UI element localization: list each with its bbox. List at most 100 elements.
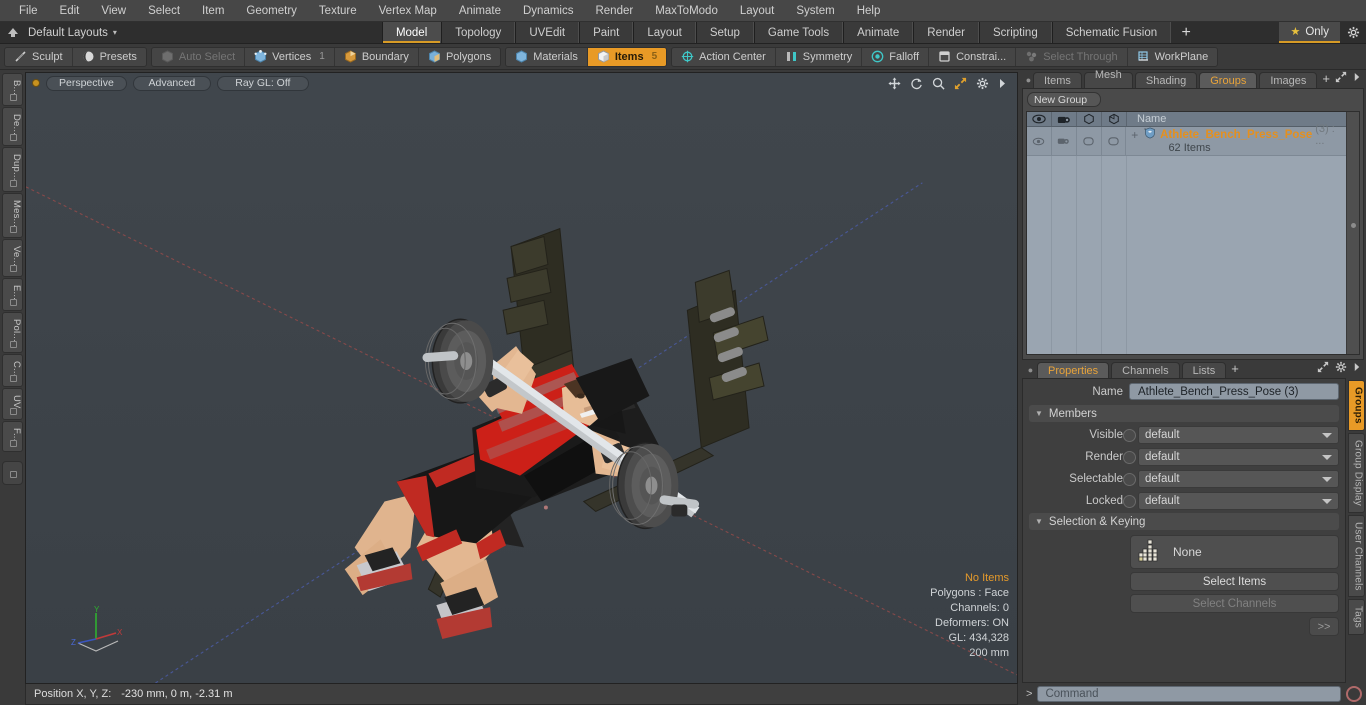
materials-button[interactable]: Materials (506, 47, 588, 66)
render-camera-icon[interactable] (1052, 112, 1077, 126)
row-selectable-toggle[interactable] (1077, 127, 1102, 155)
panel-tab-lists[interactable]: Lists (1181, 362, 1227, 378)
add-panel-tab-button[interactable]: + (1319, 71, 1335, 88)
row-eye-toggle[interactable] (1027, 127, 1052, 155)
right-rail-tab-tags[interactable]: Tags (1347, 599, 1365, 636)
panel-menu-icon[interactable]: ● (1024, 75, 1033, 88)
auto-select-button[interactable]: Auto Select (152, 47, 246, 66)
select-through-button[interactable]: Select Through (1016, 47, 1128, 66)
layout-tab-game-tools[interactable]: Game Tools (753, 22, 844, 43)
command-input[interactable]: Command (1037, 686, 1341, 702)
sculpt-button[interactable]: Sculpt (5, 47, 73, 66)
selectable-state-dot[interactable] (1123, 472, 1136, 486)
name-field[interactable]: Athlete_Bench_Press_Pose (3) (1129, 383, 1339, 400)
layout-tab-model[interactable]: Model (381, 22, 442, 43)
menu-item-maxtomodo[interactable]: MaxToModo (644, 0, 729, 22)
panel-tab-shading[interactable]: Shading (1134, 72, 1198, 88)
left-rail-tab-basic[interactable]: B... (2, 73, 23, 107)
viewport-perspective-dropdown[interactable]: Perspective (46, 75, 127, 91)
left-rail-tab-polygon[interactable]: Pol... (2, 311, 23, 353)
left-rail-extra-box[interactable] (2, 461, 23, 486)
properties-panel-menu-icon[interactable]: ● (1024, 365, 1037, 378)
panel-tab-properties[interactable]: Properties (1037, 362, 1110, 378)
layout-tab-uvedit[interactable]: UVEdit (515, 22, 580, 43)
row-render-toggle[interactable] (1052, 127, 1077, 155)
panel-tab-images[interactable]: Images (1259, 72, 1318, 88)
selectable-cube-icon[interactable] (1077, 112, 1102, 126)
gear-icon[interactable] (1340, 22, 1366, 43)
3d-viewport[interactable]: Perspective Advanced Ray GL: Off No Item… (25, 72, 1018, 684)
locked-dropdown[interactable]: default (1138, 492, 1339, 510)
right-rail-tab-user-channels[interactable]: User Channels (1347, 514, 1365, 598)
left-rail-tab-mesh[interactable]: Mes... (2, 192, 23, 238)
rotate-icon[interactable] (910, 77, 923, 90)
render-dropdown[interactable]: default (1138, 448, 1339, 466)
home-icon[interactable] (0, 22, 26, 43)
menu-item-item[interactable]: Item (191, 0, 235, 22)
menu-item-layout[interactable]: Layout (729, 0, 786, 22)
zoom-icon[interactable] (932, 77, 945, 90)
menu-item-view[interactable]: View (90, 0, 137, 22)
locked-cube-icon[interactable] (1102, 112, 1127, 126)
presets-button[interactable]: Presets (73, 48, 146, 66)
add-layout-tab-button[interactable]: + (1171, 22, 1201, 43)
row-locked-toggle[interactable] (1102, 127, 1127, 155)
gear-icon[interactable] (1335, 361, 1347, 376)
selection-set-picker[interactable]: None (1130, 535, 1339, 569)
chevron-right-icon[interactable] (1353, 362, 1361, 375)
layout-tab-scripting[interactable]: Scripting (978, 22, 1052, 43)
menu-item-file[interactable]: File (8, 0, 49, 22)
groups-list[interactable]: Name + Athlete_Bench_Press_Pose (3): ..… (1026, 111, 1360, 355)
panel-tab-mesh[interactable]: Mesh ... (1083, 69, 1133, 93)
menu-item-select[interactable]: Select (137, 0, 191, 22)
panel-tab-channels[interactable]: Channels (1111, 362, 1180, 378)
left-rail-tab-vertex[interactable]: Ve... (2, 238, 23, 277)
left-rail-tab-fusion[interactable]: F... (2, 420, 23, 453)
layout-tab-schematic-fusion[interactable]: Schematic Fusion (1051, 22, 1172, 43)
polygons-button[interactable]: Polygons (419, 48, 500, 66)
render-state-dot[interactable] (1123, 450, 1136, 464)
layout-tab-topology[interactable]: Topology (441, 22, 516, 43)
move-icon[interactable] (888, 76, 901, 90)
panel-tab-groups[interactable]: Groups (1199, 72, 1258, 88)
left-rail-tab-duplicate[interactable]: Dup... (2, 147, 23, 192)
eye-icon[interactable] (1027, 112, 1052, 126)
expand-icon[interactable] (1317, 361, 1329, 376)
boundary-button[interactable]: Boundary (335, 47, 419, 66)
expand-more-button[interactable]: >> (1309, 617, 1339, 636)
section-header-selection-keying[interactable]: ▼ Selection & Keying (1029, 513, 1339, 530)
items-button[interactable]: Items 5 (587, 47, 667, 66)
menu-item-dynamics[interactable]: Dynamics (512, 0, 584, 22)
left-rail-tab-curve[interactable]: C... (2, 353, 23, 388)
left-rail-tab-uv[interactable]: UV (2, 388, 23, 420)
gear-icon[interactable] (976, 77, 989, 90)
chevron-right-icon[interactable] (998, 78, 1007, 89)
layout-tab-render[interactable]: Render (913, 22, 979, 43)
menu-item-edit[interactable]: Edit (49, 0, 91, 22)
menu-item-vertex-map[interactable]: Vertex Map (368, 0, 448, 22)
only-toggle-button[interactable]: ★ Only (1279, 22, 1340, 43)
new-group-button[interactable]: New Group (1027, 92, 1101, 107)
symmetry-button[interactable]: Symmetry (776, 47, 863, 66)
add-properties-tab-button[interactable]: + (1228, 361, 1244, 378)
menu-item-help[interactable]: Help (846, 0, 892, 22)
panel-tab-items[interactable]: Items (1032, 72, 1082, 88)
viewport-indicator-dot[interactable] (32, 79, 40, 87)
record-circle-icon[interactable] (1346, 686, 1362, 702)
table-row[interactable]: + Athlete_Bench_Press_Pose (3) : ... 62 … (1027, 123, 1346, 156)
expand-icon[interactable] (1335, 71, 1347, 86)
select-items-button[interactable]: Select Items (1130, 572, 1339, 591)
workplane-button[interactable]: WorkPlane (1128, 48, 1218, 66)
layout-tab-setup[interactable]: Setup (695, 22, 754, 43)
visible-dropdown[interactable]: default (1138, 426, 1339, 444)
viewport-raygl-dropdown[interactable]: Ray GL: Off (216, 75, 309, 91)
menu-item-animate[interactable]: Animate (448, 0, 512, 22)
section-header-members[interactable]: ▼ Members (1029, 405, 1339, 422)
expander-plus-icon[interactable]: + (1129, 128, 1140, 142)
layout-tab-layout[interactable]: Layout (633, 22, 696, 43)
layout-tab-animate[interactable]: Animate (843, 22, 914, 43)
chevron-right-icon[interactable] (1353, 72, 1361, 85)
menu-item-render[interactable]: Render (584, 0, 644, 22)
locked-state-dot[interactable] (1123, 494, 1136, 508)
menu-item-system[interactable]: System (785, 0, 845, 22)
